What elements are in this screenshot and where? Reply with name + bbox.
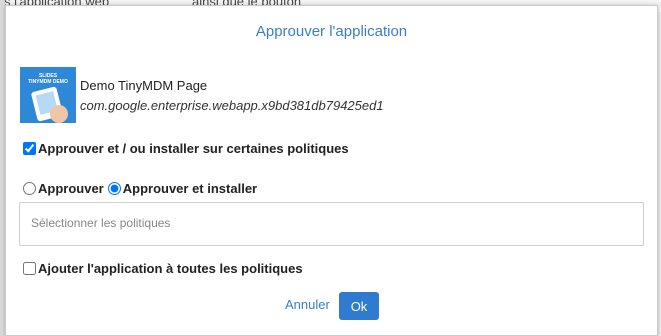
add-all-policies-option[interactable]: Ajouter l'application à toutes les polit… (23, 261, 303, 276)
approve-policies-option[interactable]: Approuver et / ou installer sur certaine… (23, 141, 349, 156)
radio-approve-install-option[interactable]: Approuver et installer (107, 181, 258, 196)
approve-policies-label: Approuver et / ou installer sur certaine… (38, 141, 349, 156)
app-package-id: com.google.enterprise.webapp.x9bd381db79… (80, 98, 384, 113)
policy-select[interactable]: Sélectionner les politiques (19, 202, 644, 246)
app-icon-text: SLIDES TINYMDM DEMO (28, 73, 68, 85)
approval-mode-group: Approuver Approuver et installer (23, 181, 261, 196)
hand-graphic (50, 105, 68, 123)
radio-approve-install[interactable] (107, 182, 121, 195)
app-name: Demo TinyMDM Page (80, 78, 208, 93)
cancel-button[interactable]: Annuler (285, 297, 330, 312)
ok-button[interactable]: Ok (339, 292, 379, 320)
add-all-policies-checkbox[interactable] (23, 262, 36, 275)
policy-select-placeholder: Sélectionner les politiques (31, 216, 171, 230)
radio-approve-install-label: Approuver et installer (122, 181, 258, 196)
dialog-title: Approuver l'application (255, 23, 408, 40)
app-icon: SLIDES TINYMDM DEMO (20, 67, 76, 123)
radio-approve[interactable] (23, 182, 36, 195)
add-all-policies-label: Ajouter l'application à toutes les polit… (38, 261, 303, 276)
radio-approve-label: Approuver (38, 181, 104, 196)
approve-app-dialog: Approuver l'application SLIDES TINYMDM D… (5, 5, 658, 336)
radio-approve-option[interactable]: Approuver (23, 181, 104, 196)
approve-policies-checkbox[interactable] (23, 142, 36, 155)
